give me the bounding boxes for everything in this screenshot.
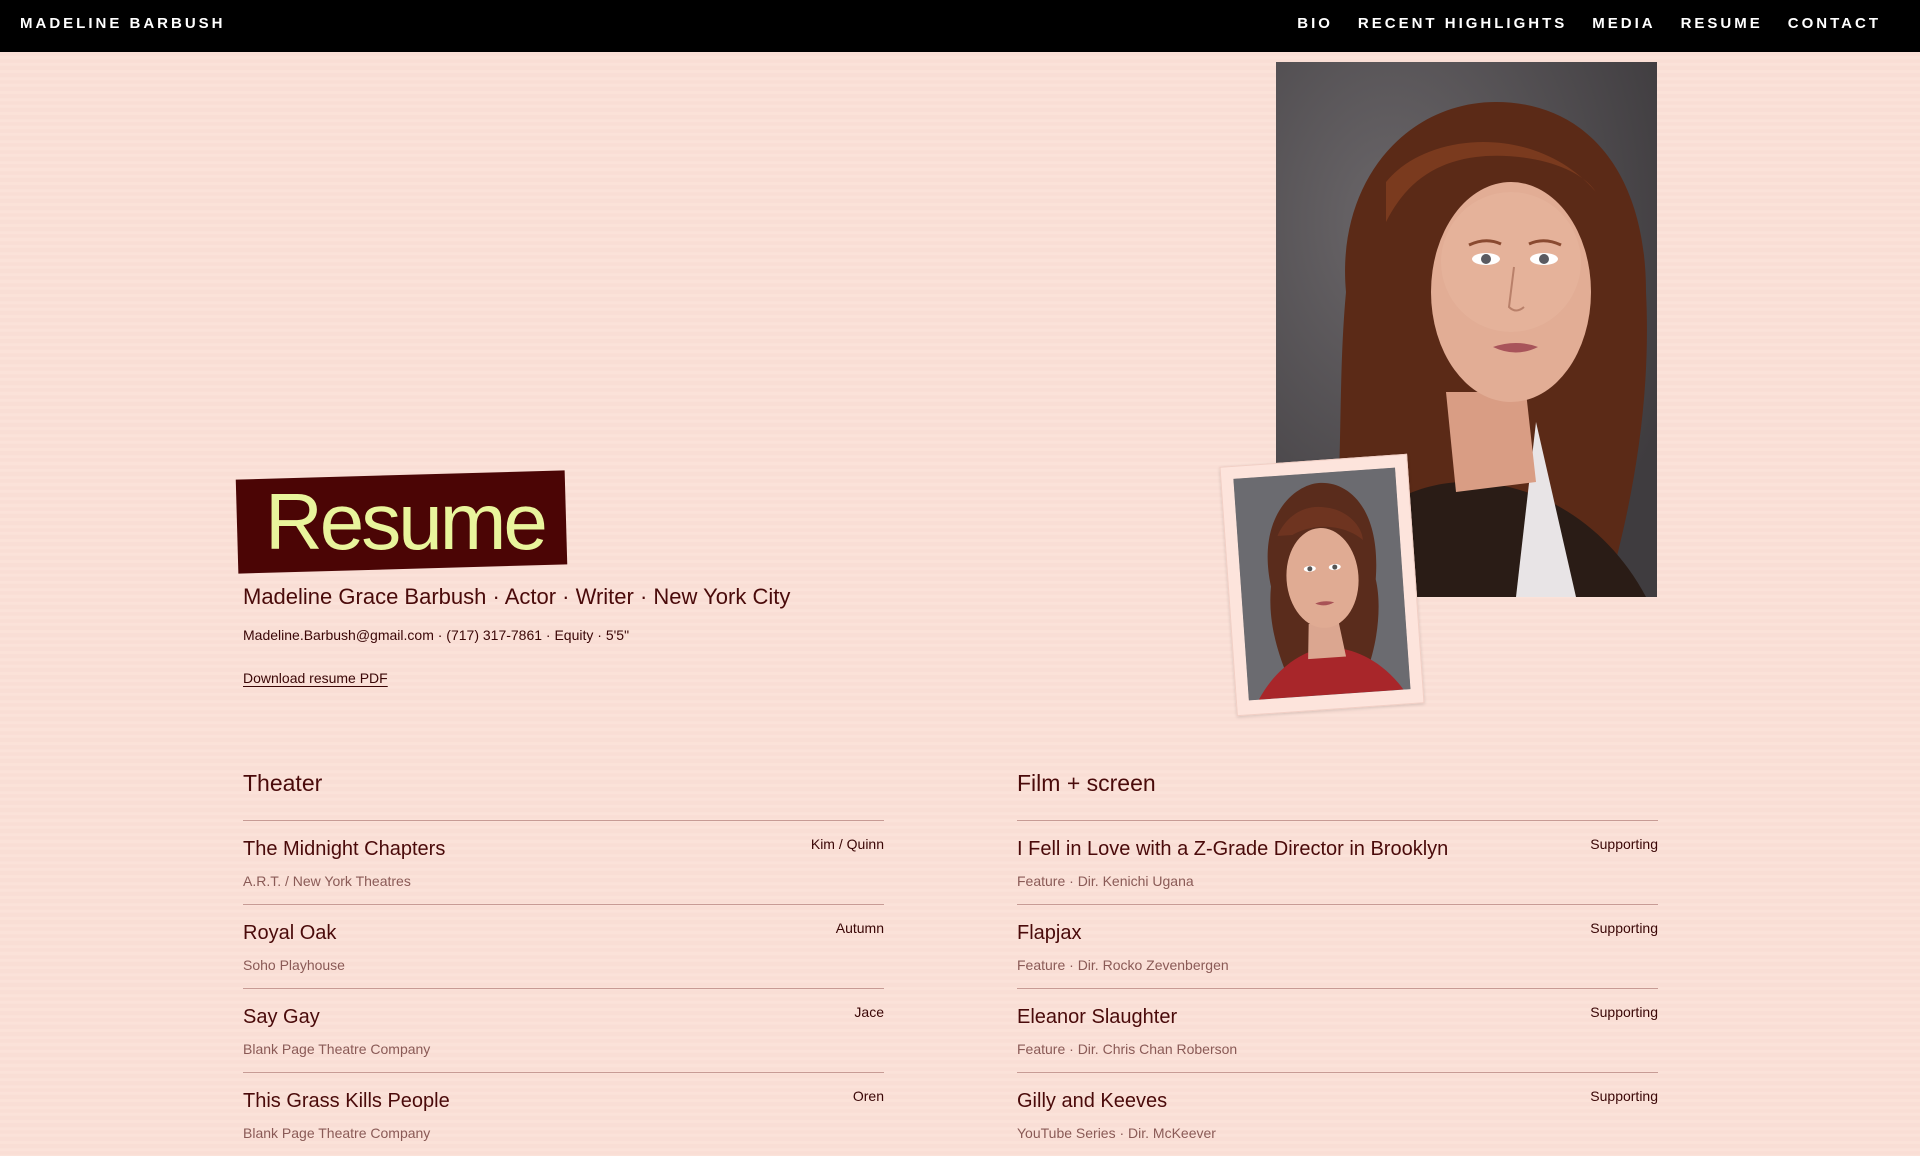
film-screen-section: Film + screen I Fell in Love with a Z-Gr…	[1017, 770, 1658, 1156]
nav-link-contact[interactable]: CONTACT	[1788, 15, 1881, 32]
credit-detail: YouTube Series · Dir. McKeever	[1017, 1125, 1216, 1141]
page-subtitle: Madeline Grace Barbush · Actor · Writer …	[243, 584, 791, 609]
download-resume-link[interactable]: Download resume PDF	[243, 670, 388, 686]
list-item: Gilly and Keeves YouTube Series · Dir. M…	[1017, 1072, 1658, 1156]
list-item: I Fell in Love with a Z-Grade Director i…	[1017, 820, 1658, 904]
credit-detail: Blank Page Theatre Company	[243, 1125, 431, 1141]
credit-role: Jace	[854, 1004, 884, 1020]
credit-role: Oren	[852, 1088, 884, 1104]
credit-detail: A.R.T. / New York Theatres	[243, 873, 411, 889]
list-item: Eleanor Slaughter Feature · Dir. Chris C…	[1017, 988, 1658, 1072]
site-brand[interactable]: MADELINE BARBUSH	[20, 15, 226, 32]
credit-role: Autumn	[835, 920, 884, 936]
nav-link-resume[interactable]: RESUME	[1681, 15, 1763, 32]
list-item: Say Gay Blank Page Theatre Company Jace	[243, 988, 884, 1072]
top-navigation-bar: MADELINE BARBUSH BIO RECENT HIGHLIGHTS M…	[0, 0, 1920, 52]
credit-title: Eleanor Slaughter	[1017, 1006, 1178, 1028]
credit-detail: Soho Playhouse	[243, 957, 345, 973]
polaroid-photo-frame	[1219, 453, 1425, 717]
page-title: Resume	[265, 477, 548, 566]
credit-role: Supporting	[1590, 1088, 1658, 1104]
nav-link-recent-highlights[interactable]: RECENT HIGHLIGHTS	[1358, 15, 1567, 32]
credit-detail: Feature · Dir. Kenichi Ugana	[1017, 873, 1194, 889]
list-item: This Grass Kills People Blank Page Theat…	[243, 1072, 884, 1156]
list-item: The Midnight Chapters A.R.T. / New York …	[243, 820, 884, 904]
credit-role: Supporting	[1590, 920, 1658, 936]
credit-title: Royal Oak	[243, 922, 337, 944]
credit-title: Gilly and Keeves	[1017, 1090, 1168, 1112]
film-heading: Film + screen	[1017, 770, 1156, 796]
secondary-headshot-photo	[1233, 467, 1411, 701]
credit-title: Flapjax	[1017, 922, 1082, 944]
credit-title: Say Gay	[243, 1006, 320, 1028]
credit-title: The Midnight Chapters	[243, 838, 446, 860]
credit-detail: Feature · Dir. Rocko Zevenbergen	[1017, 957, 1229, 973]
main-nav: BIO RECENT HIGHLIGHTS MEDIA RESUME CONTA…	[1297, 15, 1881, 32]
credit-title: I Fell in Love with a Z-Grade Director i…	[1017, 838, 1449, 860]
credit-detail: Feature · Dir. Chris Chan Roberson	[1017, 1041, 1238, 1057]
credit-role: Supporting	[1590, 836, 1658, 852]
nav-link-bio[interactable]: BIO	[1297, 15, 1333, 32]
theater-heading: Theater	[243, 770, 323, 796]
list-item: Royal Oak Soho Playhouse Autumn	[243, 904, 884, 988]
credit-title: This Grass Kills People	[243, 1090, 450, 1112]
credit-role: Supporting	[1590, 1004, 1658, 1020]
list-item: Flapjax Feature · Dir. Rocko Zevenbergen…	[1017, 904, 1658, 988]
nav-link-media[interactable]: MEDIA	[1592, 15, 1655, 32]
contact-details: Madeline.Barbush@gmail.com · (717) 317-7…	[243, 627, 630, 643]
credit-role: Kim / Quinn	[810, 836, 884, 852]
theater-section: Theater The Midnight Chapters A.R.T. / N…	[243, 770, 884, 1156]
credit-detail: Blank Page Theatre Company	[243, 1041, 431, 1057]
